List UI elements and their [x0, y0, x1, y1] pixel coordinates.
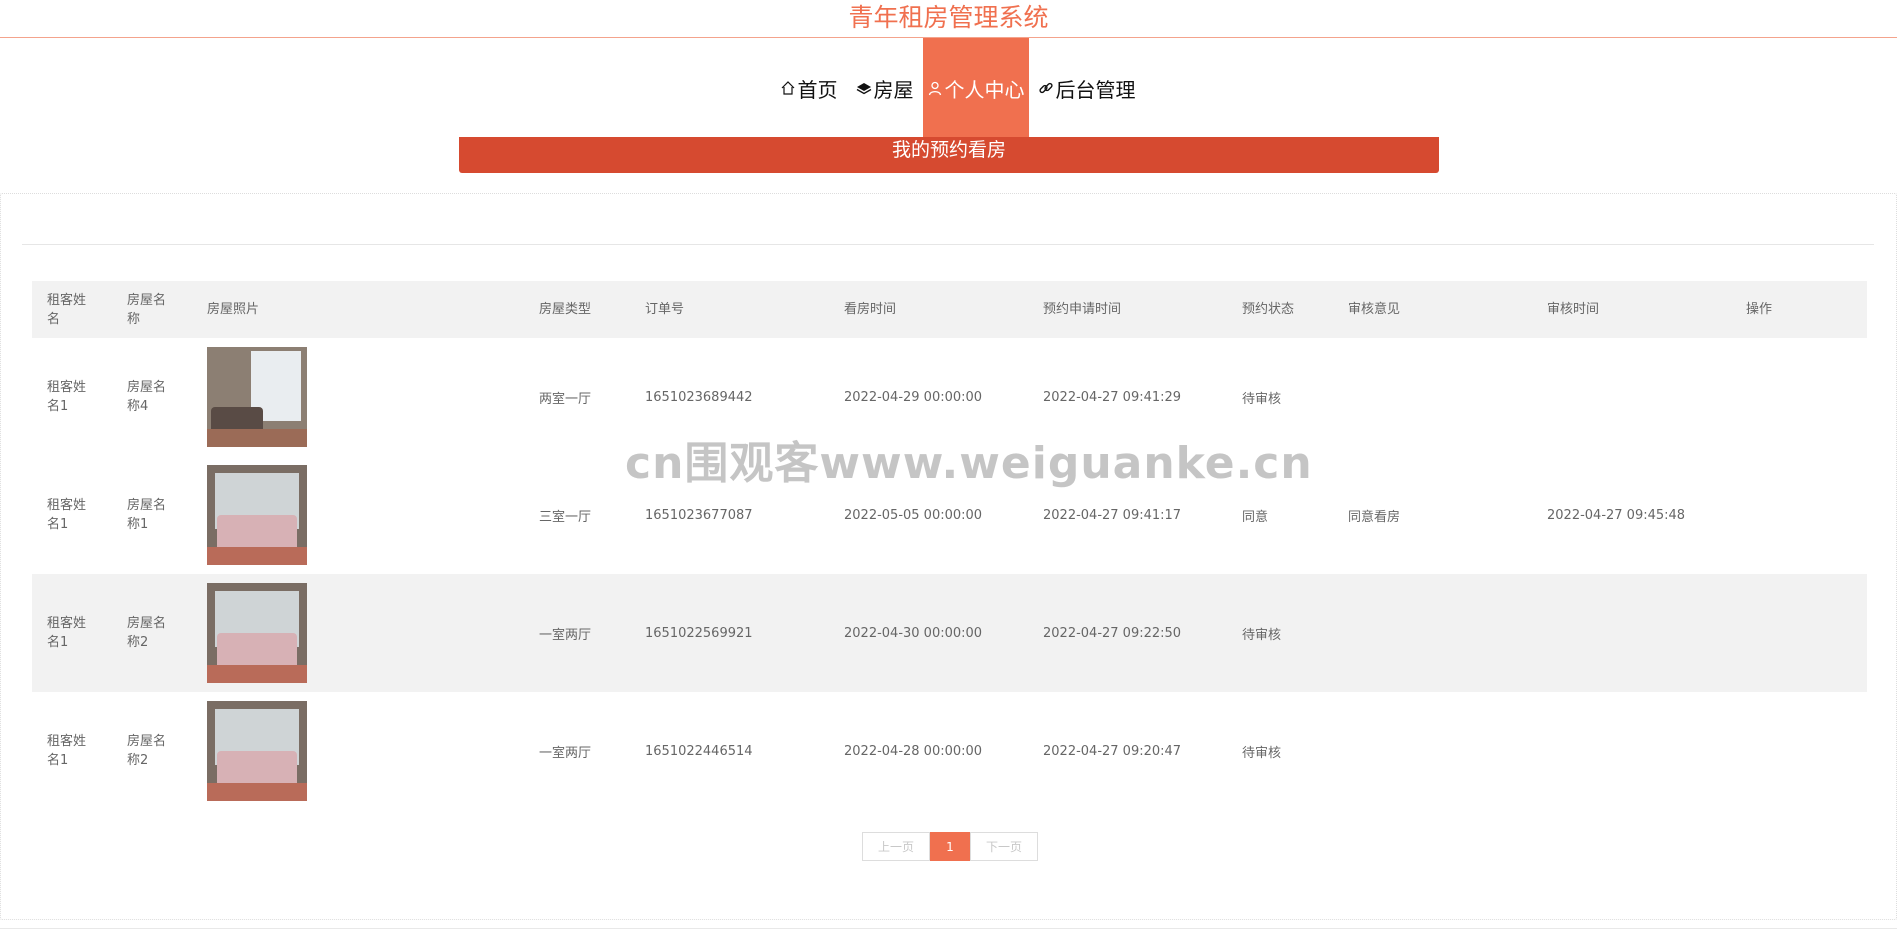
link-icon [1038, 82, 1053, 94]
review-time [1532, 574, 1731, 692]
table-header-row: 租客姓名 房屋名称 房屋照片 房屋类型 订单号 看房时间 预约申请时间 预约状态… [32, 281, 1867, 338]
view-time: 2022-04-29 00:00:00 [844, 389, 983, 405]
house-photo[interactable] [207, 347, 307, 447]
table-row: 租客姓名1 房屋名称4 两室一厅 1651023689442 2022-04-2… [32, 338, 1867, 456]
nav-item-house[interactable]: 房屋 [847, 38, 923, 138]
status: 待审核 [1242, 627, 1282, 643]
house-name: 房屋名称4 [127, 380, 167, 414]
apply-time: 2022-04-27 09:22:50 [1043, 625, 1182, 641]
actions-cell [1731, 574, 1867, 692]
actions-cell [1731, 338, 1867, 456]
col-review-time: 审核时间 [1547, 302, 1600, 317]
view-time: 2022-04-30 00:00:00 [844, 625, 983, 641]
layers-icon [856, 83, 871, 95]
status: 待审核 [1242, 745, 1282, 761]
review-opinion: 同意看房 [1348, 509, 1401, 525]
col-apply-time: 预约申请时间 [1043, 302, 1122, 317]
nav-item-admin[interactable]: 后台管理 [1029, 38, 1145, 138]
nav-label-house: 房屋 [873, 77, 914, 102]
view-time: 2022-05-05 00:00:00 [844, 507, 983, 523]
home-icon [781, 81, 794, 95]
review-time [1532, 692, 1731, 810]
order-number: 1651022446514 [645, 743, 753, 759]
page-number-button[interactable]: 1 [930, 832, 970, 861]
bottom-divider [0, 928, 1897, 929]
tenant-name: 租客姓名1 [47, 498, 87, 532]
house-name: 房屋名称2 [127, 734, 167, 768]
apply-time: 2022-04-27 09:41:17 [1043, 507, 1182, 523]
order-number: 1651023689442 [645, 389, 753, 405]
divider [22, 244, 1874, 245]
col-actions: 操作 [1746, 302, 1773, 317]
tenant-name: 租客姓名1 [47, 616, 87, 650]
tenant-name: 租客姓名1 [47, 380, 87, 414]
prev-page-button[interactable]: 上一页 [862, 832, 930, 861]
view-time: 2022-04-28 00:00:00 [844, 743, 983, 759]
status: 同意 [1242, 509, 1269, 525]
main-nav: 首页 房屋 个人中心 后台管理 [18, 38, 1897, 138]
col-house: 房屋名称 [127, 292, 167, 327]
col-opinion: 审核意见 [1348, 302, 1401, 317]
review-opinion [1333, 574, 1532, 692]
site-title: 青年租房管理系统 [848, 3, 1049, 32]
pagination: 上一页 1 下一页 [862, 832, 1038, 861]
house-type: 两室一厅 [539, 391, 592, 407]
apply-time: 2022-04-27 09:41:29 [1043, 389, 1182, 405]
tenant-name: 租客姓名1 [47, 734, 87, 768]
col-order: 订单号 [645, 302, 685, 317]
content-panel: 租客姓名 房屋名称 房屋照片 房屋类型 订单号 看房时间 预约申请时间 预约状态… [0, 193, 1897, 920]
nav-label-personal-center: 个人中心 [944, 77, 1025, 102]
nav-label-admin: 后台管理 [1055, 77, 1136, 102]
nav-item-home[interactable]: 首页 [771, 38, 847, 138]
house-name: 房屋名称2 [127, 616, 167, 650]
house-type: 一室两厅 [539, 627, 592, 643]
house-name: 房屋名称1 [127, 498, 167, 532]
house-photo[interactable] [207, 465, 307, 565]
col-photo: 房屋照片 [207, 302, 260, 317]
col-view-time: 看房时间 [844, 302, 897, 317]
review-opinion [1333, 692, 1532, 810]
col-type: 房屋类型 [539, 302, 592, 317]
apply-time: 2022-04-27 09:20:47 [1043, 743, 1182, 759]
house-type: 一室两厅 [539, 745, 592, 761]
actions-cell [1731, 692, 1867, 810]
review-time: 2022-04-27 09:45:48 [1547, 507, 1686, 523]
table-row: 租客姓名1 房屋名称2 一室两厅 1651022446514 2022-04-2… [32, 692, 1867, 810]
col-tenant: 租客姓名 [47, 292, 87, 327]
review-opinion [1333, 338, 1532, 456]
house-photo[interactable] [207, 701, 307, 801]
house-photo[interactable] [207, 583, 307, 683]
status: 待审核 [1242, 391, 1282, 407]
appointments-table: 租客姓名 房屋名称 房屋照片 房屋类型 订单号 看房时间 预约申请时间 预约状态… [32, 281, 1867, 810]
site-header: 青年租房管理系统 [0, 0, 1897, 38]
house-type: 三室一厅 [539, 509, 592, 525]
user-icon [928, 81, 941, 96]
actions-cell [1731, 456, 1867, 574]
order-number: 1651023677087 [645, 507, 753, 523]
review-time [1532, 338, 1731, 456]
next-page-button[interactable]: 下一页 [970, 832, 1038, 861]
page-title-banner: 我的预约看房 [459, 137, 1439, 173]
nav-item-personal-center[interactable]: 个人中心 [922, 38, 1029, 138]
table-row: 租客姓名1 房屋名称1 三室一厅 1651023677087 2022-05-0… [32, 456, 1867, 574]
nav-label-home: 首页 [797, 77, 838, 102]
table-row: 租客姓名1 房屋名称2 一室两厅 1651022569921 2022-04-3… [32, 574, 1867, 692]
col-status: 预约状态 [1242, 302, 1295, 317]
order-number: 1651022569921 [645, 625, 753, 641]
